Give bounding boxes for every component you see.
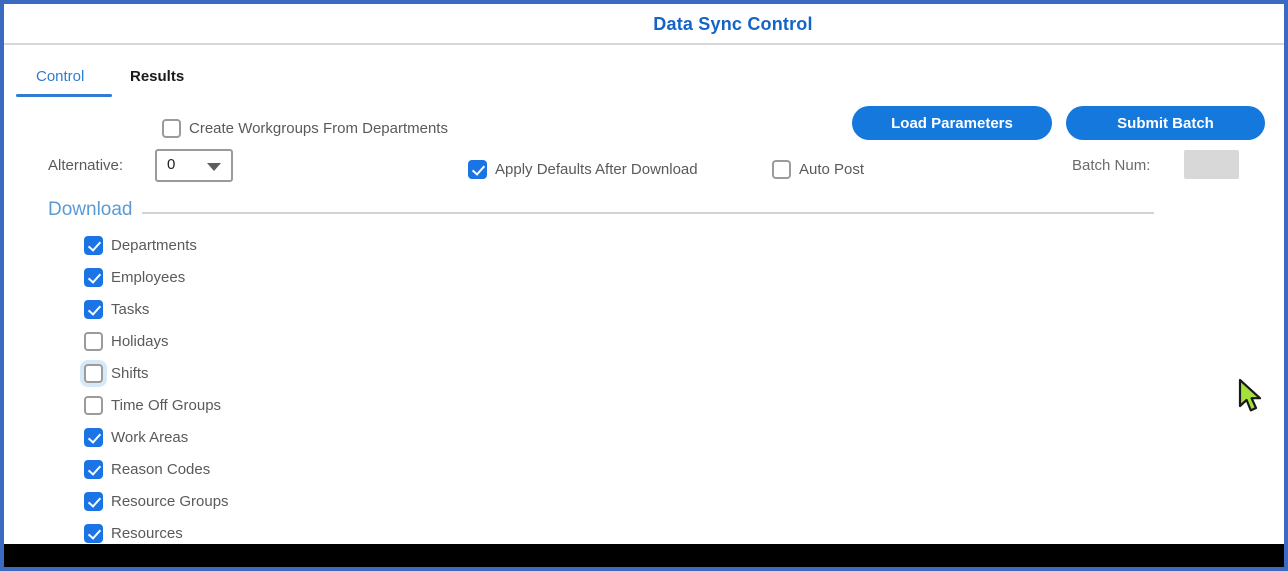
checkbox-label-holidays: Holidays — [111, 333, 169, 350]
alternative-dropdown[interactable]: 0 — [155, 149, 233, 182]
checkbox-label-reason-codes: Reason Codes — [111, 461, 211, 478]
mouse-cursor-icon — [1236, 378, 1264, 421]
download-section-divider — [142, 212, 1154, 214]
checkbox-tasks[interactable] — [84, 300, 103, 319]
download-item-work-areas[interactable]: Work Areas — [84, 427, 229, 448]
tab-control[interactable]: Control — [36, 68, 84, 85]
checkbox-work-areas[interactable] — [84, 428, 103, 447]
checkbox-label-shifts: Shifts — [111, 365, 149, 382]
auto-post-checkbox[interactable] — [772, 160, 791, 179]
download-item-employees[interactable]: Employees — [84, 267, 229, 288]
bottom-black-bar — [4, 544, 1284, 567]
checkbox-time-off-groups[interactable] — [84, 396, 103, 415]
checkbox-reason-codes[interactable] — [84, 460, 103, 479]
download-item-reason-codes[interactable]: Reason Codes — [84, 459, 229, 480]
checkbox-resources[interactable] — [84, 524, 103, 543]
download-list: Departments Employees Tasks Holidays Shifts T… — [84, 235, 229, 555]
checkbox-label-resource-groups: Resource Groups — [111, 493, 229, 510]
checkbox-label-departments: Departments — [111, 237, 197, 254]
auto-post-label: Auto Post — [799, 161, 865, 178]
tab-results[interactable]: Results — [130, 68, 184, 85]
checkbox-label-tasks: Tasks — [111, 301, 150, 318]
alternative-value: 0 — [167, 156, 176, 173]
checkbox-departments[interactable] — [84, 236, 103, 255]
create-workgroups-row[interactable]: Create Workgroups From Departments — [162, 119, 448, 138]
checkbox-label-work-areas: Work Areas — [111, 429, 189, 446]
auto-post-row[interactable]: Auto Post — [772, 160, 864, 179]
download-item-holidays[interactable]: Holidays — [84, 331, 229, 352]
checkbox-resource-groups[interactable] — [84, 492, 103, 511]
apply-defaults-checkbox[interactable] — [468, 160, 487, 179]
load-parameters-button[interactable]: Load Parameters — [852, 106, 1052, 140]
checkbox-holidays[interactable] — [84, 332, 103, 351]
create-workgroups-label: Create Workgroups From Departments — [189, 120, 448, 137]
active-tab-indicator — [16, 94, 112, 97]
alternative-label: Alternative: — [48, 157, 124, 174]
checkbox-label-resources: Resources — [111, 525, 183, 542]
download-item-resource-groups[interactable]: Resource Groups — [84, 491, 229, 512]
download-item-departments[interactable]: Departments — [84, 235, 229, 256]
title-bar: Data Sync Control — [4, 4, 1284, 45]
checkbox-label-employees: Employees — [111, 269, 186, 286]
download-section-title: Download — [48, 199, 133, 220]
checkbox-employees[interactable] — [84, 268, 103, 287]
create-workgroups-checkbox[interactable] — [162, 119, 181, 138]
batch-num-label: Batch Num: — [1072, 157, 1151, 174]
submit-batch-button[interactable]: Submit Batch — [1066, 106, 1265, 140]
download-item-time-off-groups[interactable]: Time Off Groups — [84, 395, 229, 416]
download-item-resources[interactable]: Resources — [84, 523, 229, 544]
apply-defaults-row[interactable]: Apply Defaults After Download — [468, 160, 698, 179]
data-sync-control-window: Data Sync Control Control Results Create… — [0, 0, 1288, 571]
chevron-down-icon — [207, 163, 221, 171]
checkbox-shifts[interactable] — [84, 364, 103, 383]
download-item-tasks[interactable]: Tasks — [84, 299, 229, 320]
batch-num-field — [1184, 150, 1239, 179]
page-title: Data Sync Control — [653, 14, 813, 34]
apply-defaults-label: Apply Defaults After Download — [495, 161, 698, 178]
checkbox-label-time-off-groups: Time Off Groups — [111, 397, 222, 414]
download-item-shifts[interactable]: Shifts — [84, 363, 229, 384]
